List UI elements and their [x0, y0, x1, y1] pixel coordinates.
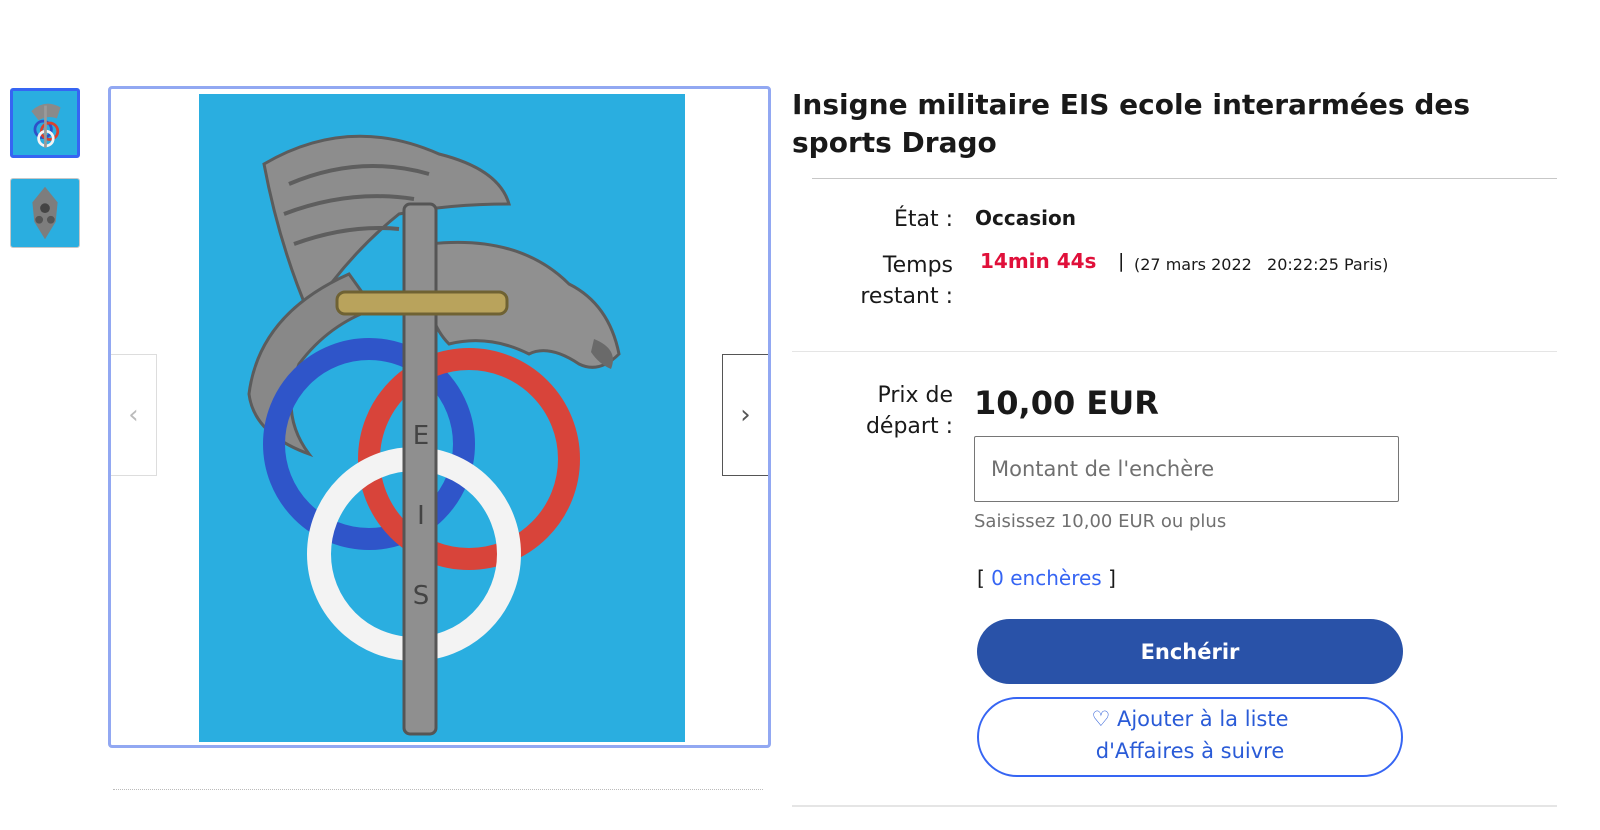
svg-text:I: I — [417, 501, 425, 531]
svg-text:E: E — [413, 421, 429, 451]
thumbnail-1-image — [13, 91, 77, 155]
bids-count-link[interactable]: 0 enchères — [991, 566, 1102, 590]
sword-blade — [402, 202, 438, 736]
place-bid-button[interactable]: Enchérir — [977, 619, 1403, 684]
separator: | — [1118, 250, 1125, 272]
divider — [792, 351, 1557, 352]
divider — [113, 789, 763, 790]
main-image-viewer[interactable]: E I S ‹ › — [108, 86, 771, 748]
thumbnail-2[interactable] — [10, 178, 80, 248]
listing-title: Insigne militaire EIS ecole interarmées … — [792, 88, 1471, 159]
starting-price-label: Prix de départ : — [865, 383, 953, 439]
end-date: (27 mars 2022 20:22:25 Paris) — [1134, 255, 1389, 274]
add-to-watchlist-button[interactable]: ♡ Ajouter à la liste d'Affaires à suivre — [977, 697, 1403, 777]
thumbnail-1[interactable] — [10, 88, 80, 158]
watchlist-label-line2: d'Affaires à suivre — [1095, 739, 1285, 763]
main-product-image: E I S — [199, 94, 685, 742]
thumbnail-2-image — [11, 179, 79, 247]
svg-text:S: S — [413, 581, 430, 611]
time-left-value: 14min 44s — [980, 249, 1097, 273]
bids-count: [ 0 enchères ] — [977, 566, 1116, 590]
time-left-label: Temps restant : — [860, 253, 953, 309]
divider — [792, 805, 1557, 807]
starting-price-value: 10,00 EUR — [974, 384, 1159, 422]
previous-image-button[interactable]: ‹ — [111, 354, 157, 476]
condition-label: État : — [893, 207, 953, 232]
divider — [812, 178, 1557, 179]
watchlist-label-line1: ♡ Ajouter à la liste — [1091, 707, 1289, 731]
chevron-right-icon: › — [740, 400, 751, 430]
chevron-left-icon: ‹ — [128, 400, 139, 430]
bid-hint: Saisissez 10,00 EUR ou plus — [974, 511, 1227, 532]
bid-amount-input[interactable] — [974, 436, 1399, 502]
condition-value: Occasion — [975, 206, 1076, 230]
sword-guard — [335, 290, 509, 316]
